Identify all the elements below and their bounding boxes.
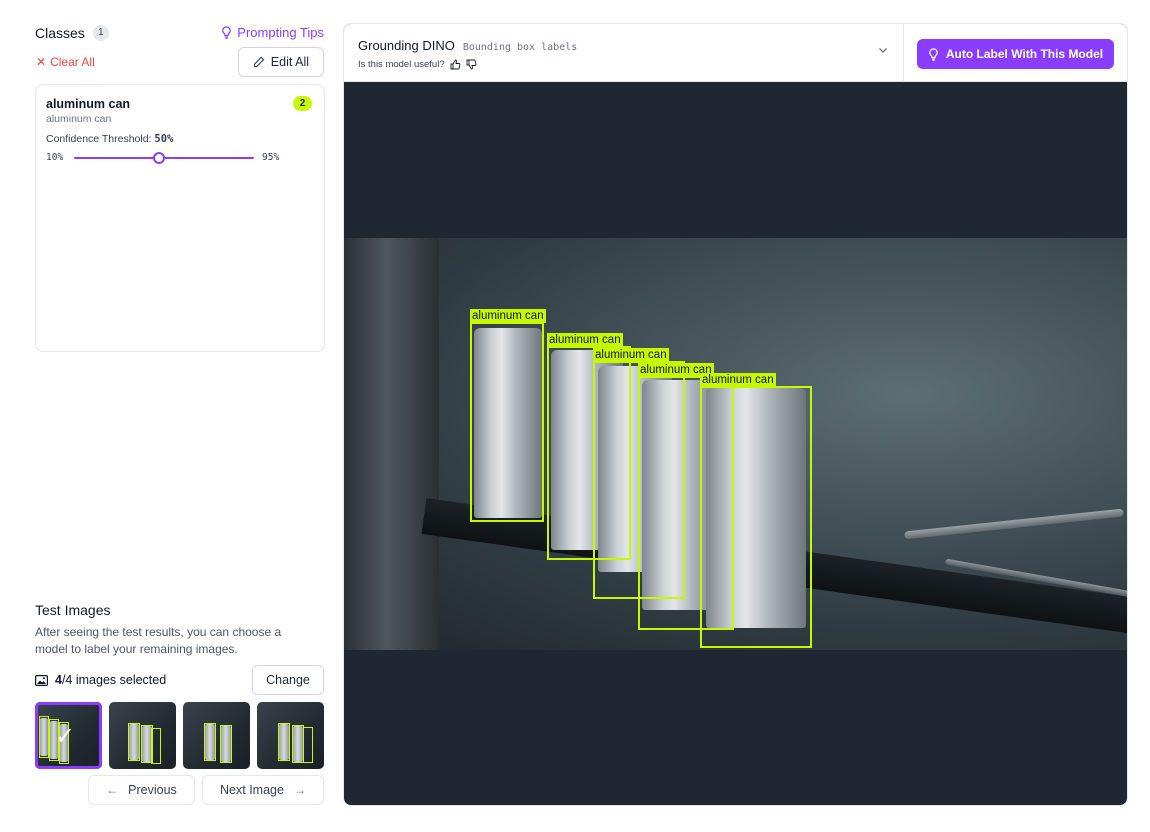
class-name: aluminum can bbox=[46, 97, 131, 111]
thumb-bounding-box bbox=[220, 725, 232, 763]
clear-all-label: Clear All bbox=[50, 55, 95, 69]
next-label: Next Image bbox=[220, 783, 284, 797]
thumbs-down-icon[interactable] bbox=[466, 59, 477, 70]
test-image-thumbnails: ✓ bbox=[35, 702, 325, 769]
auto-label-button[interactable]: Auto Label With This Model bbox=[917, 39, 1114, 69]
model-selector[interactable]: Grounding DINO Bounding box labels bbox=[358, 38, 577, 53]
close-icon: ✕ bbox=[36, 55, 47, 69]
bounding-box-label: aluminum can bbox=[700, 373, 776, 387]
bounding-box-label: aluminum can bbox=[593, 348, 669, 362]
chevron-down-icon[interactable] bbox=[877, 44, 889, 56]
change-images-button[interactable]: Change bbox=[252, 665, 324, 695]
selected-count: 4 bbox=[55, 673, 62, 687]
bounding-box[interactable]: aluminum can bbox=[700, 373, 812, 648]
thumbs-up-icon[interactable] bbox=[450, 59, 461, 70]
arrow-right-icon: → bbox=[293, 783, 306, 797]
previous-label: Previous bbox=[128, 783, 177, 797]
thumb-bounding-box bbox=[39, 716, 49, 758]
conveyor-rail bbox=[904, 508, 1124, 540]
edit-all-button[interactable]: Edit All bbox=[237, 47, 324, 77]
auto-label-text: Auto Label With This Model bbox=[945, 47, 1104, 61]
thumb-bounding-box bbox=[303, 727, 313, 763]
bounding-box[interactable]: aluminum can bbox=[470, 309, 546, 522]
model-name: Grounding DINO bbox=[358, 38, 455, 53]
useful-question: Is this model useful? bbox=[358, 59, 445, 70]
confidence-value: 50% bbox=[154, 133, 174, 145]
test-image-thumbnail-3[interactable] bbox=[183, 702, 250, 769]
lightbulb-icon bbox=[929, 47, 938, 61]
confidence-label-text: Confidence Threshold: bbox=[46, 133, 152, 145]
clear-all-button[interactable]: ✕ Clear All bbox=[36, 55, 95, 69]
next-image-button[interactable]: Next Image → bbox=[202, 775, 324, 805]
confidence-threshold-label: Confidence Threshold: 50% bbox=[46, 133, 173, 145]
thumb-bounding-box bbox=[278, 723, 290, 761]
classes-heading: Classes 1 bbox=[35, 25, 109, 41]
thumb-bounding-box bbox=[151, 728, 161, 764]
lightbulb-icon bbox=[222, 26, 232, 39]
images-selected-status: 4/4 images selected bbox=[35, 673, 166, 687]
previous-image-button[interactable]: ← Previous bbox=[88, 775, 195, 805]
checkmark-icon: ✓ bbox=[55, 723, 76, 750]
pencil-icon bbox=[253, 56, 265, 68]
selected-suffix: /4 images selected bbox=[61, 673, 167, 687]
thumb-bounding-box bbox=[128, 723, 140, 761]
confidence-slider[interactable]: 10% 95% bbox=[46, 151, 306, 165]
bounding-box-label: aluminum can bbox=[470, 309, 546, 323]
prompting-tips-link[interactable]: Prompting Tips bbox=[221, 25, 324, 40]
machine-part bbox=[344, 238, 439, 650]
detection-count-badge: 2 bbox=[293, 96, 312, 111]
test-image-thumbnail-2[interactable] bbox=[109, 702, 176, 769]
image-icon bbox=[35, 674, 48, 686]
test-images-description: After seeing the test results, you can c… bbox=[35, 625, 282, 656]
toolbar-divider bbox=[903, 24, 904, 82]
test-image-preview: aluminum can aluminum can aluminum can a… bbox=[344, 238, 1127, 650]
slider-max-label: 95% bbox=[262, 152, 280, 163]
class-card[interactable]: aluminum can aluminum can 2 Confidence T… bbox=[35, 84, 325, 352]
arrow-left-icon: ← bbox=[106, 783, 119, 797]
model-toolbar: Grounding DINO Bounding box labels Is th… bbox=[344, 24, 1127, 82]
bounding-box-label: aluminum can bbox=[547, 333, 623, 347]
edit-all-label: Edit All bbox=[270, 55, 309, 69]
class-prompt: aluminum can bbox=[46, 113, 112, 125]
model-feedback: Is this model useful? bbox=[358, 59, 477, 70]
prompting-tips-label: Prompting Tips bbox=[237, 25, 324, 40]
thumb-bounding-box bbox=[204, 723, 216, 761]
classes-title: Classes bbox=[35, 25, 85, 41]
test-image-thumbnail-1[interactable]: ✓ bbox=[35, 702, 102, 769]
preview-panel: Grounding DINO Bounding box labels Is th… bbox=[343, 23, 1128, 806]
slider-thumb[interactable] bbox=[152, 152, 165, 164]
classes-count-badge: 1 bbox=[92, 25, 109, 41]
model-type: Bounding box labels bbox=[462, 42, 578, 53]
slider-min-label: 10% bbox=[46, 152, 64, 163]
test-images-title: Test Images bbox=[35, 602, 111, 618]
test-image-thumbnail-4[interactable] bbox=[257, 702, 324, 769]
left-panel: Classes 1 Prompting Tips ✕ Clear All Edi… bbox=[35, 20, 325, 810]
